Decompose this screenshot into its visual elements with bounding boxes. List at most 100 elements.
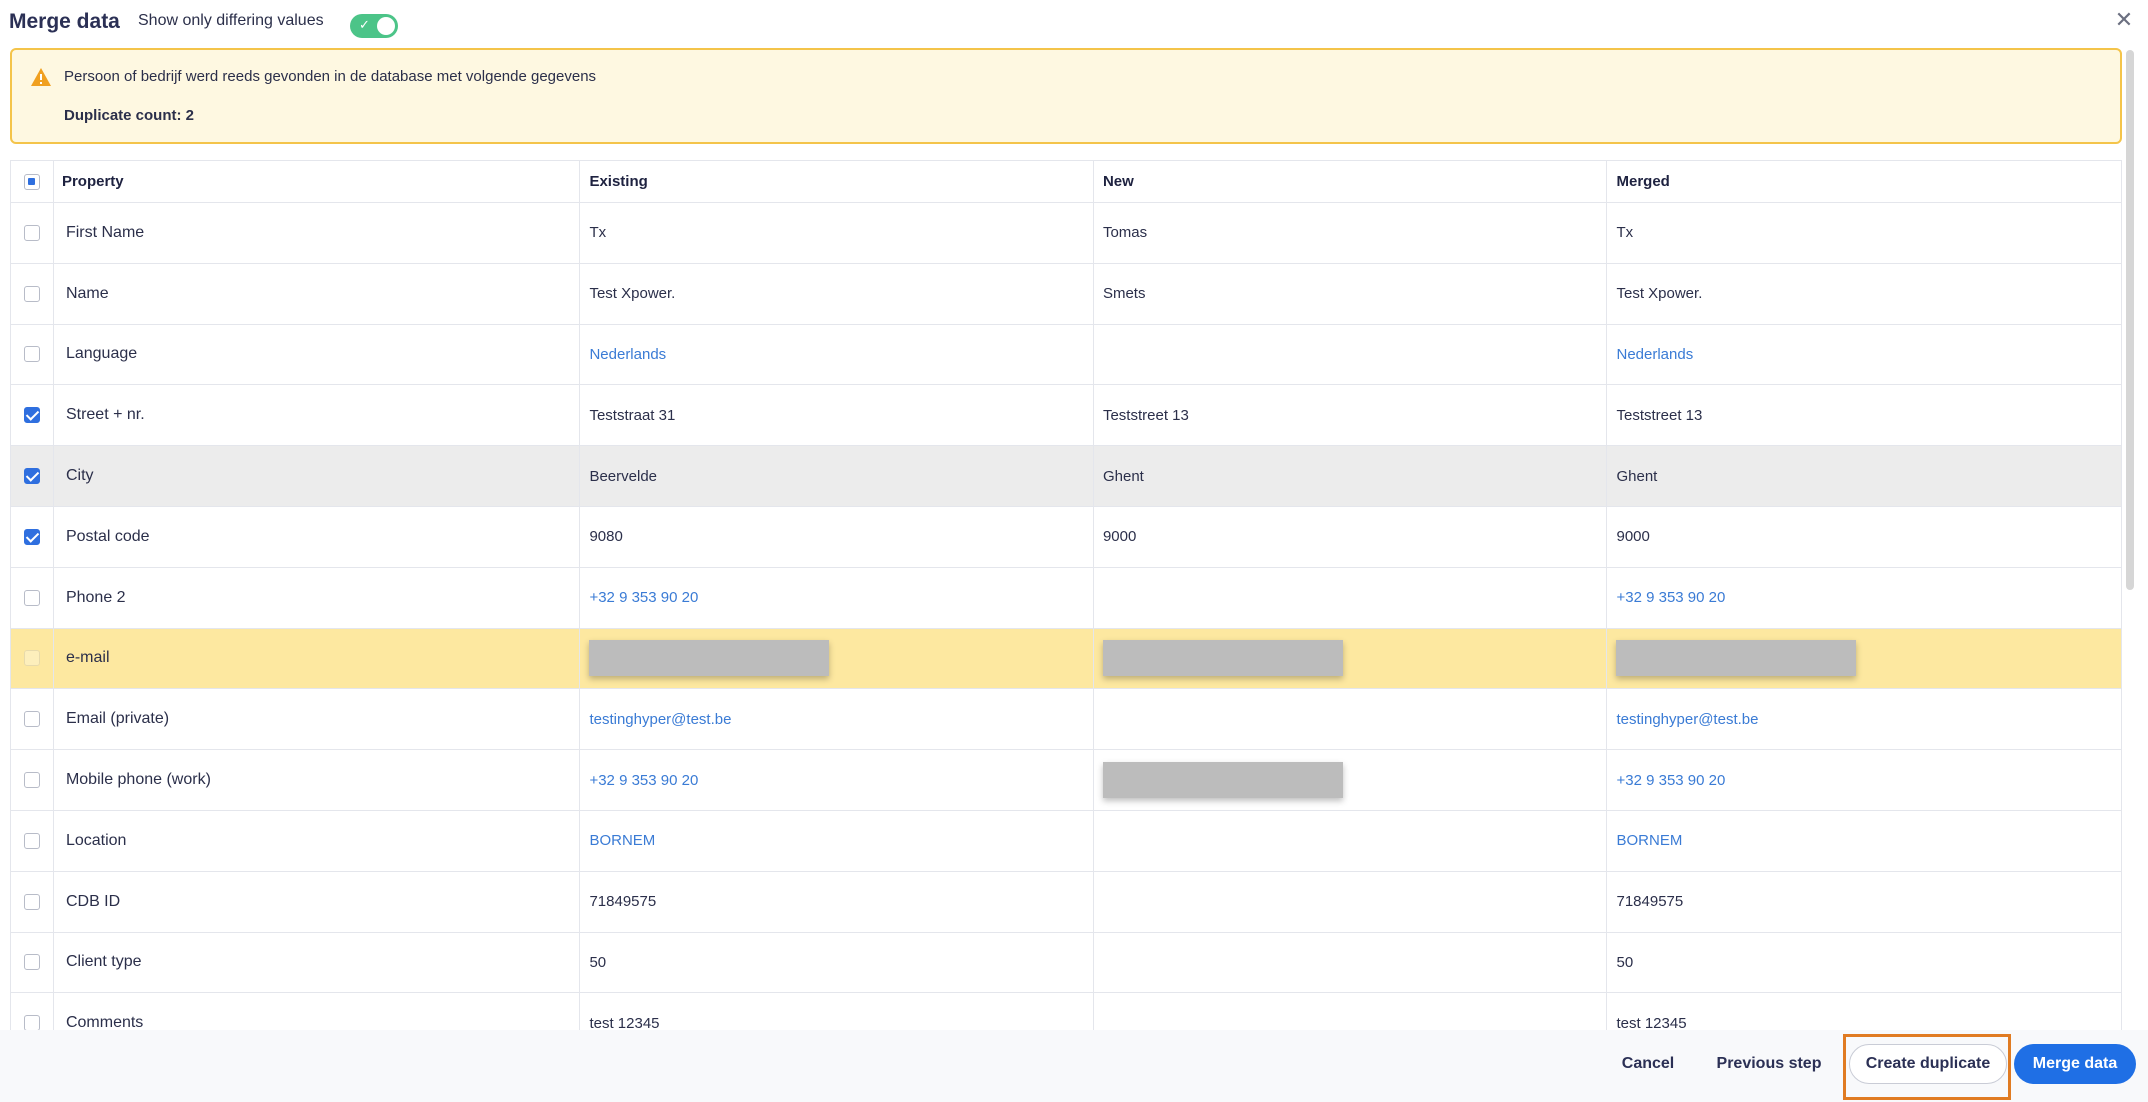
row-checkbox[interactable] — [23, 528, 40, 545]
new-cell: 9000 — [1094, 506, 1608, 567]
select-all-checkbox[interactable] — [23, 173, 40, 190]
merged-cell: 50 — [1616, 953, 1634, 971]
toggle-knob — [377, 17, 395, 35]
row-checkbox[interactable] — [23, 285, 40, 302]
warning-message: Persoon of bedrijf werd reeds gevonden i… — [64, 68, 597, 85]
create-duplicate-button[interactable]: Create duplicate — [1849, 1044, 2007, 1084]
row-checkbox[interactable] — [23, 1015, 40, 1030]
existing-link[interactable]: Nederlands — [589, 346, 666, 363]
existing-cell: test 12345 — [580, 993, 1094, 1030]
property-cell: Name — [54, 263, 581, 324]
toggle-label: Show only differing values — [138, 12, 324, 29]
merge-table: Property Existing New Merged First Name … — [10, 160, 2122, 1030]
existing-cell: 71849575 — [580, 871, 1094, 932]
property-cell: Language — [54, 324, 581, 385]
differing-values-toggle-group: Show only differing values — [138, 12, 324, 30]
merged-link[interactable]: +32 9 353 90 20 — [1616, 589, 1725, 606]
row-checkbox[interactable] — [23, 772, 40, 789]
property-cell: City — [54, 446, 581, 506]
merged-link[interactable]: testinghyper@test.be — [1616, 711, 1758, 728]
duplicate-count: Duplicate count: 2 — [64, 107, 195, 124]
new-cell: Ghent — [1094, 446, 1608, 506]
column-header-new: New — [1094, 161, 1608, 202]
merge-data-button[interactable]: Merge data — [2014, 1044, 2136, 1084]
table-row: Postal code 9080 9000 9000 — [11, 506, 2121, 568]
row-checkbox[interactable] — [23, 832, 40, 849]
property-cell: Email (private) — [54, 689, 581, 750]
merged-link[interactable]: +32 9 353 90 20 — [1616, 772, 1725, 789]
dialog-header: Merge data Show only differing values ✓ … — [0, 0, 2148, 48]
merged-link[interactable]: BORNEM — [1616, 832, 1682, 849]
merged-cell: Teststreet 13 — [1616, 406, 1703, 424]
property-cell: Client type — [54, 932, 581, 993]
merged-cell: Ghent — [1616, 467, 1658, 485]
vertical-scrollbar[interactable] — [2126, 50, 2134, 590]
row-checkbox[interactable] — [23, 224, 40, 241]
existing-link[interactable]: testinghyper@test.be — [589, 711, 731, 728]
table-row: Email (private) testinghyper@test.be tes… — [11, 689, 2121, 751]
row-checkbox[interactable] — [23, 650, 40, 667]
dialog-title: Merge data — [9, 10, 120, 33]
merged-link[interactable]: Nederlands — [1616, 346, 1693, 363]
existing-cell: Test Xpower. — [580, 263, 1094, 324]
column-header-merged: Merged — [1616, 173, 1670, 190]
table-row: Client type 50 50 — [11, 932, 2121, 994]
row-checkbox[interactable] — [23, 468, 40, 485]
new-cell — [1094, 567, 1608, 628]
existing-cell — [580, 628, 1094, 689]
merged-cell: test 12345 — [1616, 1014, 1687, 1030]
property-cell: Street + nr. — [54, 385, 581, 446]
new-cell: Smets — [1094, 263, 1608, 324]
warning-icon — [31, 68, 51, 86]
table-row: City Beervelde Ghent Ghent — [11, 446, 2121, 507]
property-cell: CDB ID — [54, 871, 581, 932]
row-checkbox[interactable] — [23, 954, 40, 971]
column-header-existing: Existing — [580, 161, 1094, 202]
table-row: Language Nederlands Nederlands — [11, 324, 2121, 386]
redacted-value — [589, 640, 830, 677]
row-checkbox[interactable] — [23, 711, 40, 728]
property-cell: Mobile phone (work) — [54, 750, 581, 810]
table-row: e-mail — [11, 628, 2121, 690]
select-all-cell — [11, 161, 54, 202]
existing-cell: 9080 — [580, 506, 1094, 567]
new-cell — [1094, 810, 1608, 871]
new-cell — [1094, 628, 1608, 689]
existing-link[interactable]: +32 9 353 90 20 — [589, 772, 698, 789]
new-cell — [1094, 932, 1608, 993]
redacted-value — [1616, 640, 1857, 677]
table-row: Phone 2 +32 9 353 90 20 +32 9 353 90 20 — [11, 567, 2121, 629]
property-cell: First Name — [54, 203, 581, 263]
differing-values-toggle[interactable]: ✓ — [350, 14, 398, 38]
row-checkbox[interactable] — [23, 589, 40, 606]
merged-cell: Tx — [1616, 224, 1634, 242]
merged-cell — [1607, 629, 2121, 689]
new-cell — [1094, 750, 1608, 810]
table-header-row: Property Existing New Merged — [11, 161, 2121, 203]
row-checkbox[interactable] — [23, 407, 40, 424]
property-cell: Postal code — [54, 506, 581, 567]
existing-cell: Tx — [580, 203, 1094, 263]
new-cell: Teststreet 13 — [1094, 385, 1608, 446]
property-cell: Comments — [54, 993, 581, 1030]
new-cell — [1094, 324, 1608, 385]
merged-cell: Test Xpower. — [1616, 285, 1703, 303]
existing-cell: Beervelde — [580, 446, 1094, 506]
table-row: Name Test Xpower. Smets Test Xpower. — [11, 263, 2121, 325]
row-checkbox[interactable] — [23, 346, 40, 363]
close-icon[interactable]: ✕ — [2112, 8, 2136, 32]
existing-cell: 50 — [580, 932, 1094, 993]
row-checkbox[interactable] — [23, 893, 40, 910]
table-row: Street + nr. Teststraat 31 Teststreet 13… — [11, 385, 2121, 447]
existing-link[interactable]: BORNEM — [589, 832, 655, 849]
property-cell: e-mail — [54, 628, 581, 689]
cancel-button[interactable]: Cancel — [1608, 1044, 1688, 1084]
new-cell: Tomas — [1094, 203, 1608, 263]
duplicate-warning-banner: Persoon of bedrijf werd reeds gevonden i… — [10, 48, 2122, 144]
table-row: CDB ID 71849575 71849575 — [11, 871, 2121, 933]
dialog-footer: Cancel Previous step Create duplicate Me… — [0, 1030, 2148, 1102]
table-row: Location BORNEM BORNEM — [11, 810, 2121, 872]
existing-link[interactable]: +32 9 353 90 20 — [589, 589, 698, 606]
property-cell: Location — [54, 810, 581, 871]
previous-step-button[interactable]: Previous step — [1706, 1044, 1832, 1084]
